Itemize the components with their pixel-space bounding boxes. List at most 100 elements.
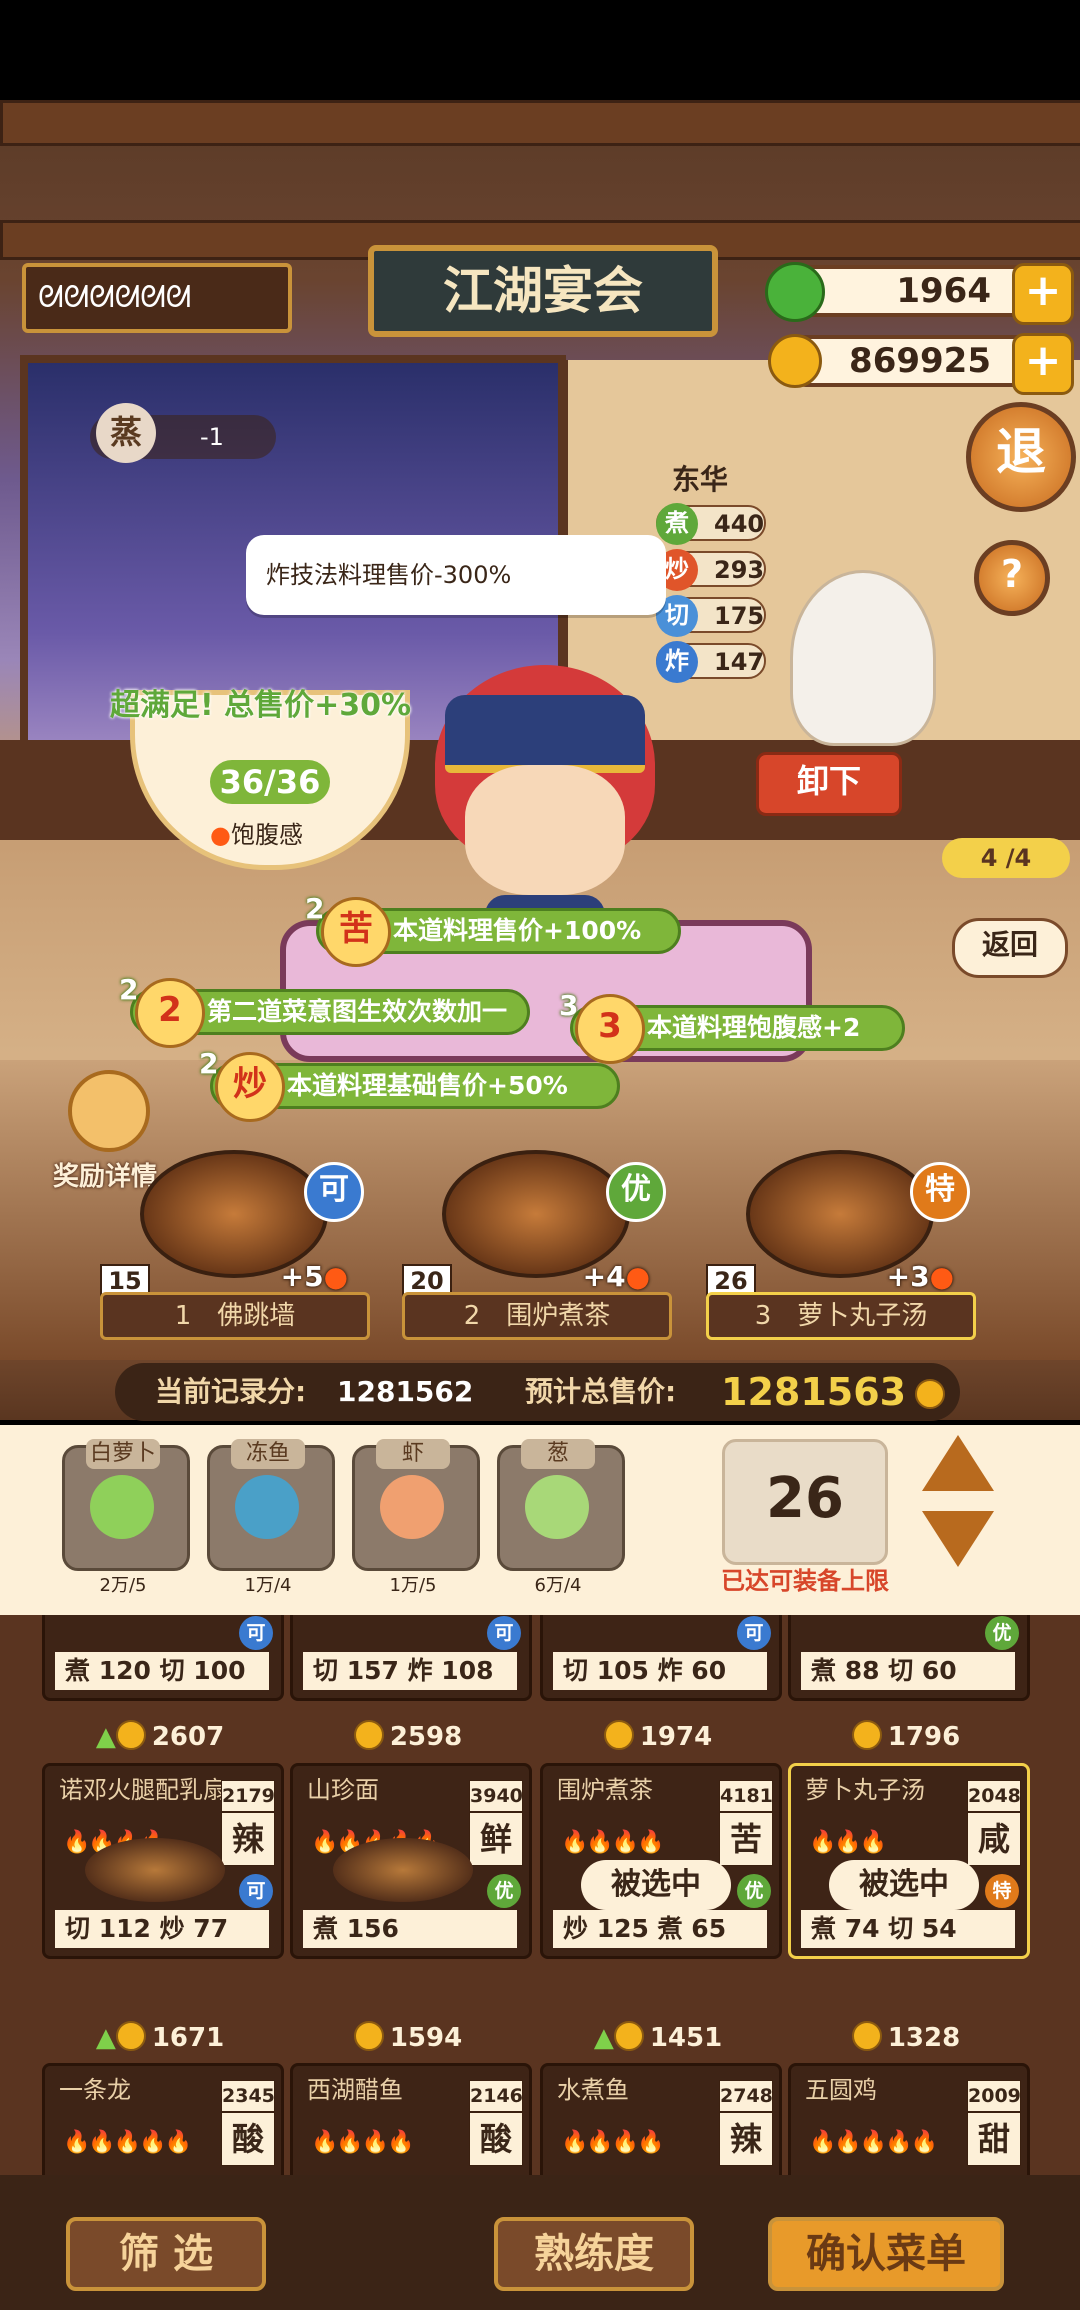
selected-dish-3[interactable]: 特 26 +3● 3 萝卜丸子汤: [706, 1150, 976, 1340]
event-title: 江湖宴会: [443, 262, 643, 320]
deep-fry-icon: 炸: [656, 641, 698, 683]
back-button[interactable]: 返回: [952, 918, 1068, 978]
dish-points: 2048: [967, 1780, 1021, 1812]
dish-price: 1594: [290, 2018, 526, 2058]
grade-badge: 优: [737, 1874, 771, 1908]
dish-card[interactable]: 萝卜丸子汤 2048 咸 🔥🔥🔥 被选中 特 煮 74 切 54: [788, 1763, 1030, 1959]
dish-taste: 甜: [967, 2112, 1021, 2166]
satiety-label-text: 饱腹感: [230, 821, 303, 849]
chef-name: 东华: [672, 463, 729, 496]
dish-name: 佛跳墙: [217, 1301, 296, 1331]
dish-card[interactable]: 山珍面 3940 鲜 🔥🔥🔥🔥🔥 优 煮 156: [290, 1763, 532, 1959]
buff-count: 2: [199, 1047, 219, 1080]
roof-beam: [0, 100, 1080, 146]
buff-text: 本道料理售价+100%: [393, 916, 642, 945]
event-title-sign: 江湖宴会: [368, 245, 718, 337]
dish-card[interactable]: 可 切 157 炸 108: [290, 1615, 532, 1701]
dish-points: 2748: [719, 2080, 773, 2112]
dish-image: [85, 1838, 225, 1902]
bottom-bar: 筛 选 熟练度 确认菜单: [0, 2175, 1080, 2310]
grade-badge: 可: [304, 1162, 364, 1222]
number-two-icon: 2: [135, 978, 205, 1048]
dish-name-plate: 3 萝卜丸子汤: [706, 1292, 976, 1340]
flame-rating-icon: 🔥🔥🔥🔥: [561, 1830, 665, 1855]
coin-icon: [851, 2021, 882, 2051]
satiety-value: 36/36: [210, 760, 330, 804]
help-button[interactable]: ?: [974, 540, 1050, 616]
dish-taste: 酸: [469, 2112, 523, 2166]
filter-button[interactable]: 筛 选: [66, 2217, 266, 2291]
decrease-arrow-icon[interactable]: [922, 1511, 994, 1567]
score-bar: 当前记录分: 1281562 预计总售价: 1281563: [115, 1363, 960, 1421]
unload-chef-button[interactable]: 卸下: [756, 752, 902, 816]
dish-card[interactable]: 可 切 105 炸 60: [540, 1615, 782, 1701]
exit-label: 退: [996, 423, 1046, 481]
dish-card[interactable]: 围炉煮茶 4181 苦 🔥🔥🔥🔥 被选中 优 炒 125 煮 65: [540, 1763, 782, 1959]
boil-icon: 煮: [656, 503, 698, 545]
selected-dish-1[interactable]: 可 15 +5● 1 佛跳墙: [100, 1150, 370, 1340]
ingredient-name: 冻鱼: [231, 1439, 305, 1469]
ingredient-name: 白萝卜: [86, 1439, 160, 1469]
dish-points: 3940: [469, 1780, 523, 1812]
dish-skill-requirement: 切 157 炸 108: [303, 1652, 517, 1690]
flame-rating-icon: 🔥🔥🔥🔥: [561, 2130, 665, 2155]
buff-text: 第二道菜意图生效次数加一: [207, 997, 508, 1026]
quantity-limit-text: 已达可装备上限: [721, 1567, 889, 1595]
dish-card[interactable]: 水煮鱼 2748 辣 🔥🔥🔥🔥: [540, 2063, 782, 2175]
dish-card[interactable]: 西湖醋鱼 2146 酸 🔥🔥🔥🔥: [290, 2063, 532, 2175]
exit-button[interactable]: 退: [966, 402, 1076, 512]
proficiency-button[interactable]: 熟练度: [494, 2217, 694, 2291]
increase-arrow-icon[interactable]: [922, 1435, 994, 1491]
ingredient-qty: 2万/5: [99, 1575, 147, 1596]
dish-bonus: +4●: [583, 1260, 650, 1293]
add-gems-button[interactable]: +: [1012, 263, 1074, 325]
progress-indicator: 4 /4: [942, 838, 1070, 878]
confirm-label: 确认菜单: [806, 2231, 966, 2277]
dish-skill-requirement: 炒 125 煮 65: [553, 1910, 767, 1948]
number-three-icon: 3: [575, 994, 645, 1064]
ingredient-slot[interactable]: 虾 1万/5: [352, 1439, 480, 1596]
help-label: ?: [1000, 552, 1024, 596]
stat-cut: 切 175: [656, 595, 766, 637]
confirm-menu-button[interactable]: 确认菜单: [768, 2217, 1004, 2291]
filter-label: 筛 选: [119, 2231, 213, 2277]
shrimp-icon: [380, 1475, 444, 1539]
dish-points: 2179: [221, 1780, 275, 1812]
dish-points: 4181: [719, 1780, 773, 1812]
reward-details-button[interactable]: 奖励详情: [40, 1070, 170, 1192]
steam-value: -1: [200, 423, 224, 451]
dish-title: 围炉煮茶: [557, 1776, 653, 1804]
dish-skill-requirement: 煮 156: [303, 1910, 517, 1948]
price-value: 1594: [389, 2023, 463, 2053]
ingredient-slot[interactable]: 冻鱼 1万/4: [207, 1439, 335, 1596]
coin-value: 869925: [849, 341, 991, 381]
status-bar-area: [0, 0, 1080, 100]
stir-fry-icon: 炒: [215, 1052, 285, 1122]
dish-bonus: +3●: [887, 1260, 954, 1293]
spirit-character: [790, 570, 936, 746]
steam-icon: 蒸: [96, 403, 156, 463]
ingredient-qty: 1万/4: [244, 1575, 292, 1596]
radish-icon: [90, 1475, 154, 1539]
dish-title: 诺邓火腿配乳扇: [59, 1776, 227, 1804]
upgrade-arrow-icon: ▲: [95, 1722, 116, 1752]
grade-badge: 可: [239, 1874, 273, 1908]
ingredient-slot[interactable]: 白萝卜 2万/5: [62, 1439, 190, 1596]
stat-deepfry: 炸 147: [656, 641, 766, 683]
bonus-value: +5: [280, 1260, 324, 1293]
player-name-plate[interactable]: ᘛᘛᘛᘛᘛᘛ: [22, 263, 292, 333]
dish-skill-requirement: 煮 88 切 60: [801, 1652, 1015, 1690]
dish-card[interactable]: 五圆鸡 2009 甜 🔥🔥🔥🔥🔥: [788, 2063, 1030, 2175]
dish-skill-requirement: 切 112 炒 77: [55, 1910, 269, 1948]
dish-card[interactable]: 优 煮 88 切 60: [788, 1615, 1030, 1701]
selected-dish-2[interactable]: 优 20 +4● 2 围炉煮茶: [402, 1150, 672, 1340]
dish-card[interactable]: 可 煮 120 切 100: [42, 1615, 284, 1701]
coin-icon: [115, 1720, 146, 1750]
add-coins-button[interactable]: +: [1012, 333, 1074, 395]
dish-card[interactable]: 诺邓火腿配乳扇 2179 辣 🔥🔥🔥🔥 可 切 112 炒 77: [42, 1763, 284, 1959]
dish-price: ▲ 1671: [42, 2018, 278, 2058]
dish-price: 1974: [540, 1717, 776, 1757]
dish-card[interactable]: 一条龙 2345 酸 🔥🔥🔥🔥🔥: [42, 2063, 284, 2175]
selected-badge: 被选中: [581, 1860, 731, 1910]
ingredient-slot[interactable]: 葱 6万/4: [497, 1439, 625, 1596]
